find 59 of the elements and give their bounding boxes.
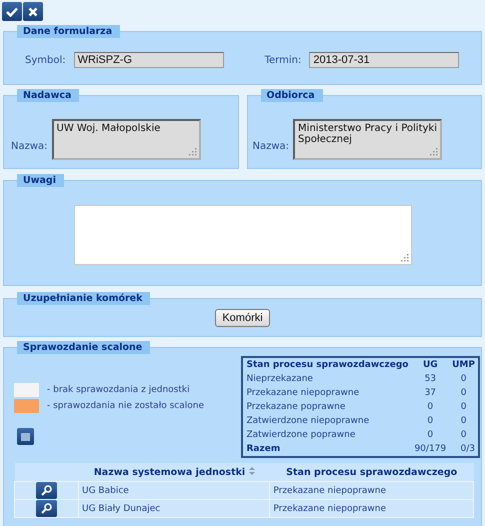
table-cell: Przekazane niepoprawne — [242, 386, 412, 400]
search-icon — [41, 485, 52, 496]
table-cell: Nieprzekazane — [242, 372, 412, 386]
close-icon — [28, 6, 38, 16]
legend-label: - brak sprawozdania z jednostki — [47, 385, 190, 395]
resize-grip-icon[interactable] — [400, 254, 408, 262]
checkmark-icon — [6, 6, 18, 16]
table-cell: 0 — [449, 400, 479, 414]
panel-title: Nadawca — [17, 89, 80, 102]
field-label: Symbol: — [25, 54, 66, 66]
resize-grip-icon[interactable] — [430, 148, 438, 156]
table-cell-text: 0 — [426, 414, 434, 428]
deadline-field[interactable]: 2013-07-31 — [309, 52, 460, 68]
table-cell-text: 0 — [426, 400, 434, 414]
symbol-field[interactable]: WRiSPZ-G — [74, 52, 224, 68]
table-cell: UG Biały Dunajec — [78, 500, 270, 518]
table-cell: Zatwierdzone niepoprawne — [242, 414, 412, 428]
table-cell-text: 37 — [424, 386, 438, 400]
column-header: Stan procesu sprawozdawczego — [270, 463, 474, 482]
cancel-button[interactable] — [23, 2, 43, 21]
remarks-field[interactable] — [74, 205, 412, 265]
table-cell: Przekazane poprawne — [242, 400, 412, 414]
table-cell-text: 53 — [424, 372, 438, 386]
table-cell: Zatwierdzone poprawne — [242, 428, 412, 442]
column-header[interactable]: Nazwa systemowa jednostki — [78, 463, 270, 482]
table-cell: 0/3 — [449, 442, 479, 457]
panel-title: Sprawozdanie scalone — [17, 341, 150, 354]
panel-title: Uwagi — [17, 174, 64, 187]
table-cell: 0 — [449, 386, 479, 400]
legend-label: - sprawozdania nie zostało scalone — [47, 401, 204, 411]
table-cell: 0 — [449, 372, 479, 386]
column-header: Stan procesu sprawozdawczego — [242, 357, 412, 372]
total-label: Razem — [242, 442, 412, 457]
panel-title: Uzupełnianie komórek — [17, 292, 150, 305]
column-header: UG — [411, 357, 450, 372]
resize-grip-icon[interactable] — [188, 148, 197, 156]
table-cell: UG Babice — [78, 482, 270, 500]
table-cell: Przekazane niepoprawne — [270, 482, 474, 500]
table-cell: 0 — [449, 414, 479, 428]
panel-title: Odbiorca — [260, 89, 323, 102]
field-label: Termin: — [264, 54, 302, 66]
table-cell: Przekazane niepoprawne — [270, 500, 474, 518]
panel-title: Dane formularza — [17, 25, 120, 38]
table-cell: 90/179 — [411, 442, 450, 457]
search-button[interactable] — [36, 500, 57, 517]
table-button[interactable] — [17, 428, 34, 445]
search-button[interactable] — [36, 482, 57, 499]
name-field[interactable]: Ministerstwo Pracy i Polityki Społecznej — [293, 119, 442, 160]
column-header: UMP — [449, 357, 479, 372]
square-icon — [21, 432, 30, 440]
table-cell-text: 0 — [426, 428, 434, 442]
name-field[interactable]: UW Woj. Małopolskie — [52, 119, 201, 160]
field-label: Nazwa: — [252, 141, 290, 152]
confirm-button[interactable] — [2, 2, 22, 21]
sort-icon — [248, 466, 254, 474]
cells-button[interactable]: Komórki — [215, 309, 270, 327]
table-cell: 0 — [449, 428, 479, 442]
field-label: Nazwa: — [11, 141, 48, 152]
search-icon — [41, 503, 52, 514]
